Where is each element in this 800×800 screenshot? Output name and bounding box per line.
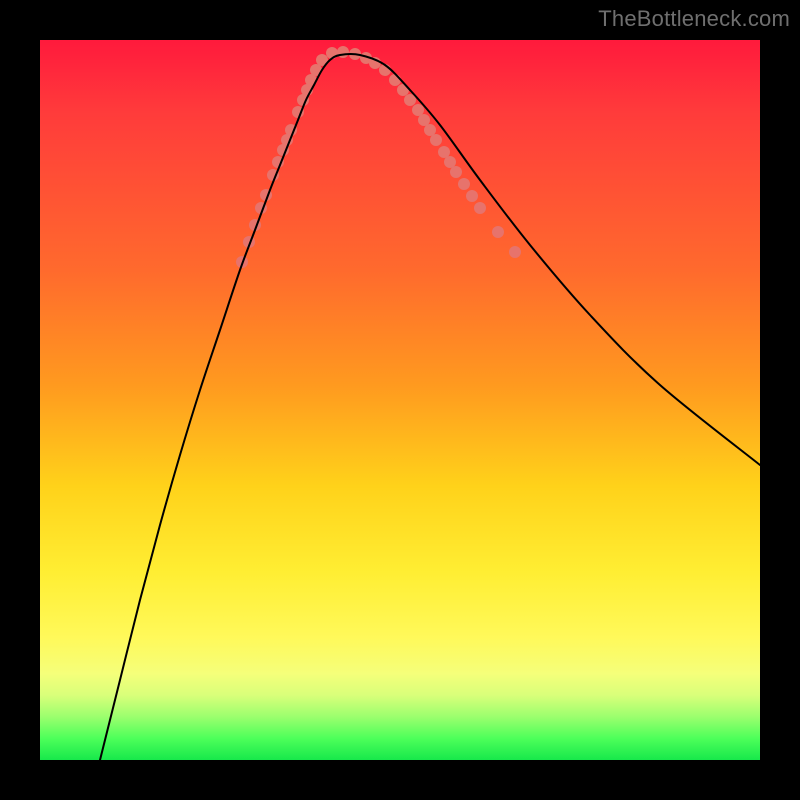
watermark-text: TheBottleneck.com [598,6,790,32]
bottleneck-curve [100,54,760,760]
data-dot [389,74,401,86]
data-dot [412,104,424,116]
data-dot [418,114,430,126]
plot-svg [40,40,760,760]
data-dot [444,156,456,168]
data-dot [438,146,450,158]
data-dot [466,190,478,202]
data-dot [424,124,436,136]
data-dot [474,202,486,214]
dots-layer [236,46,521,268]
data-dot [492,226,504,238]
data-dot [430,134,442,146]
chart-stage: TheBottleneck.com [0,0,800,800]
data-dot [450,166,462,178]
data-dot [458,178,470,190]
data-dot [509,246,521,258]
plot-area [40,40,760,760]
